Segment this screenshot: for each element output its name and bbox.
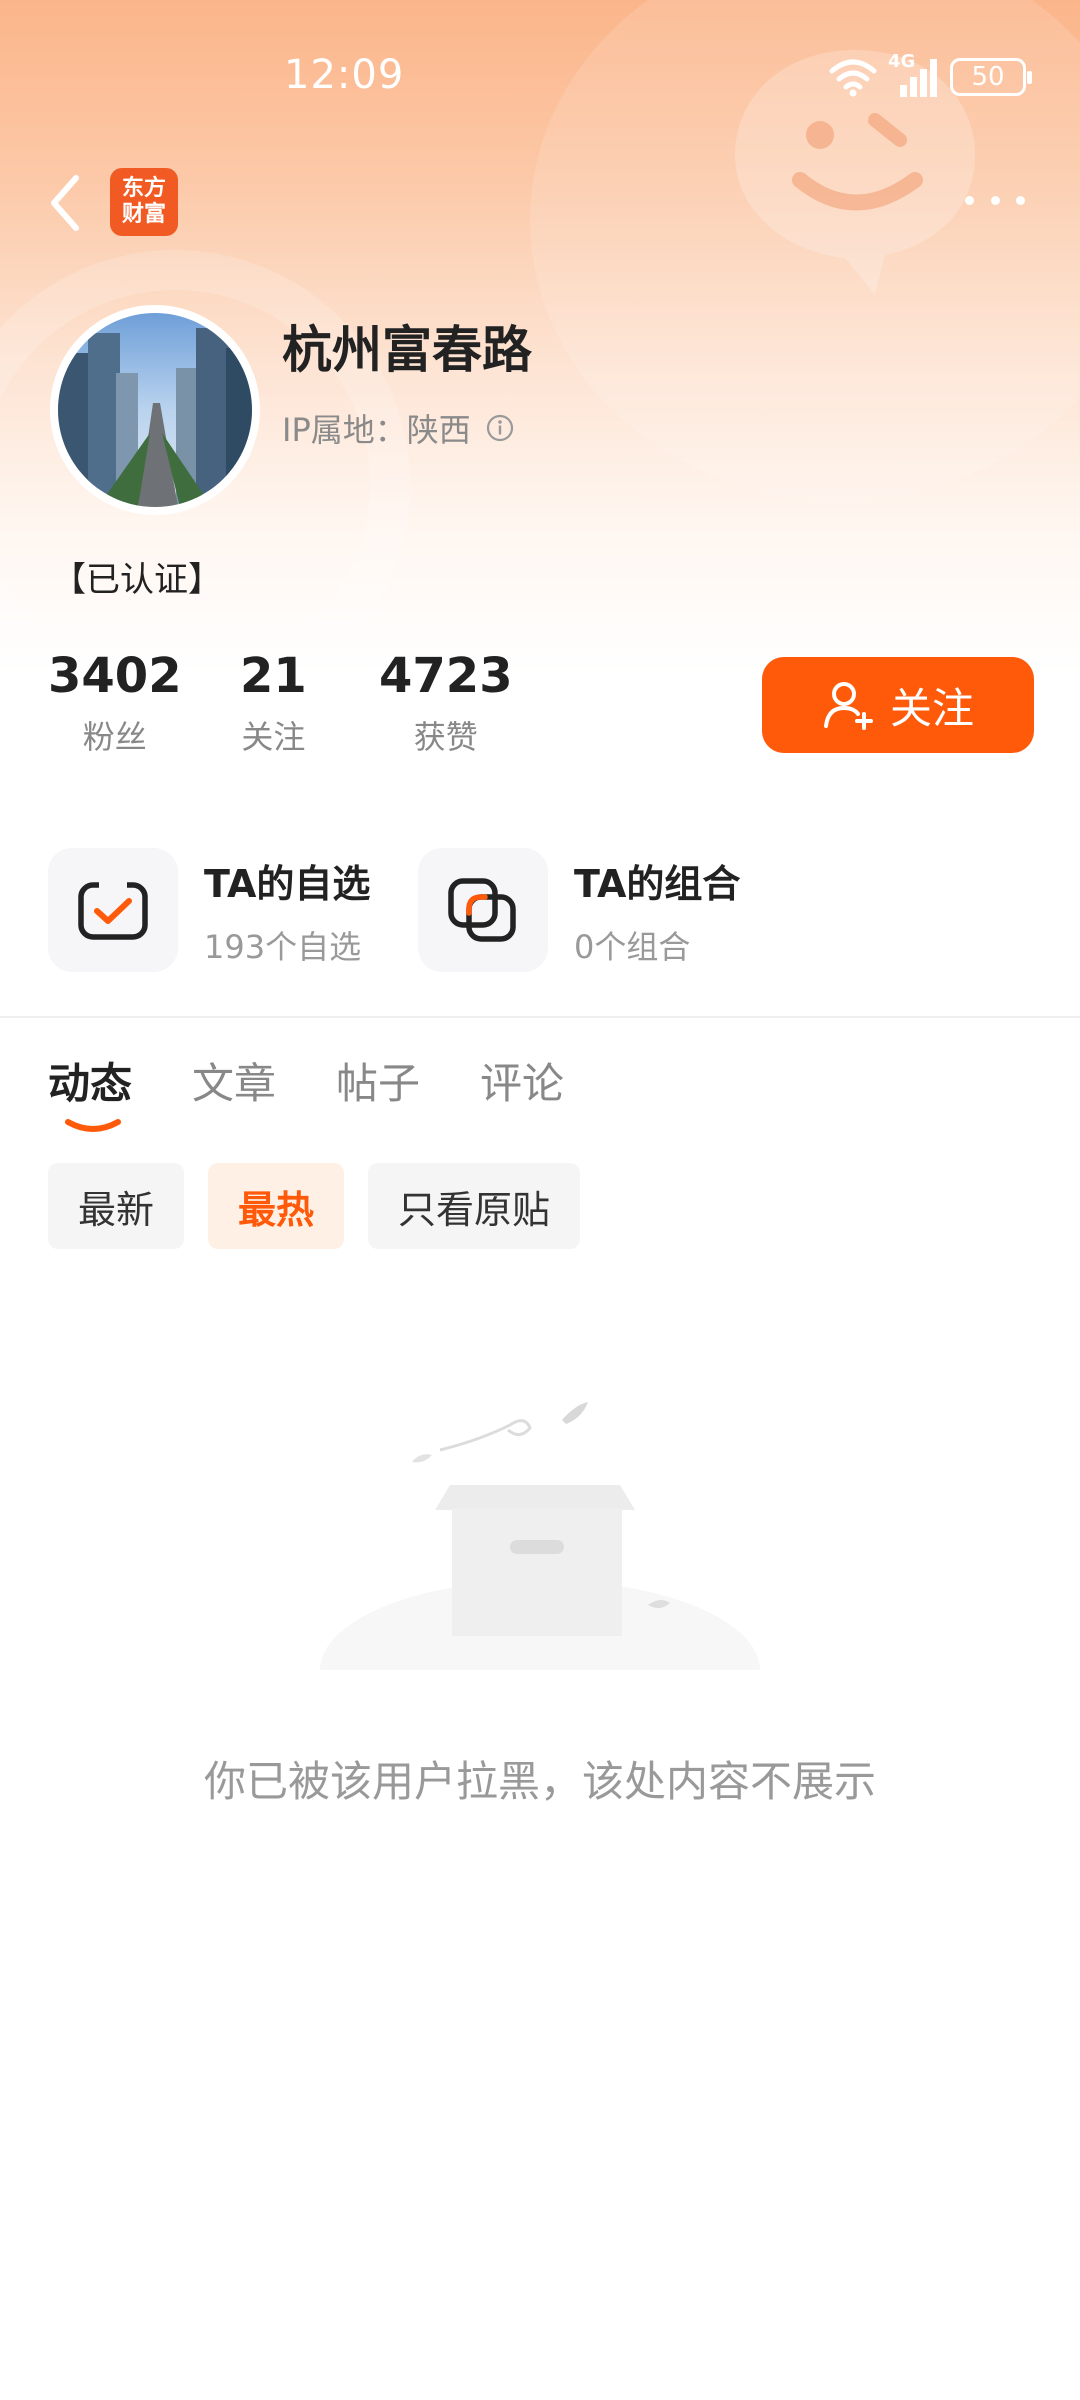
battery-level: 50 bbox=[971, 62, 1005, 92]
more-dots-icon[interactable] bbox=[965, 180, 1025, 220]
content-tabs: 动态 文章 帖子 评论 bbox=[48, 1050, 564, 1132]
status-icons: 4G 50 bbox=[828, 51, 1032, 102]
tab-comments[interactable]: 评论 bbox=[480, 1050, 564, 1111]
watchlist-title: TA的自选 bbox=[204, 861, 371, 906]
follow-button[interactable]: 关注 bbox=[762, 657, 1034, 753]
back-chevron-icon[interactable] bbox=[40, 168, 90, 238]
tab-dynamics[interactable]: 动态 bbox=[48, 1050, 133, 1132]
avatar-image bbox=[58, 313, 252, 507]
cellular-signal-icon: 4G bbox=[888, 51, 940, 99]
filter-original-only[interactable]: 只看原贴 bbox=[368, 1163, 581, 1249]
status-time: 12:09 bbox=[284, 52, 405, 98]
tab-label: 动态 bbox=[48, 1059, 133, 1108]
avatar[interactable] bbox=[50, 305, 260, 515]
tab-articles[interactable]: 文章 bbox=[192, 1050, 276, 1111]
ip-value: 陕西 bbox=[406, 411, 471, 449]
favorites-watchlist[interactable]: TA的自选 193个自选 bbox=[48, 848, 370, 972]
info-icon[interactable] bbox=[485, 413, 515, 443]
app-logo[interactable]: 东方 财富 bbox=[110, 168, 178, 236]
filter-chips: 最新 最热 只看原贴 bbox=[48, 1163, 581, 1249]
profile-name: 杭州富春路 bbox=[282, 321, 532, 379]
favorites-portfolio[interactable]: TA的组合 0个组合 bbox=[418, 848, 740, 972]
stat-value: 4723 bbox=[379, 648, 513, 704]
ip-label: IP属地： bbox=[282, 411, 407, 449]
stat-likes[interactable]: 4723 获赞 bbox=[379, 648, 513, 758]
stat-label: 关注 bbox=[241, 718, 306, 756]
tab-posts[interactable]: 帖子 bbox=[336, 1050, 420, 1111]
portfolio-count: 0个组合 bbox=[574, 927, 691, 966]
stat-label: 粉丝 bbox=[82, 718, 147, 756]
filter-hottest[interactable]: 最热 bbox=[208, 1163, 345, 1249]
ip-location: IP属地：陕西 bbox=[282, 405, 515, 451]
section-divider bbox=[0, 1016, 1080, 1018]
stat-value: 3402 bbox=[48, 648, 182, 704]
stat-following[interactable]: 21 关注 bbox=[240, 648, 307, 758]
tab-label: 评论 bbox=[480, 1059, 565, 1108]
stat-label: 获赞 bbox=[413, 718, 478, 756]
empty-box-illustration bbox=[310, 1402, 770, 1690]
portfolio-title: TA的组合 bbox=[574, 861, 741, 906]
portfolio-icon-box bbox=[418, 848, 548, 972]
tab-label: 帖子 bbox=[336, 1059, 421, 1108]
active-tab-indicator bbox=[65, 1119, 121, 1132]
watchlist-check-icon bbox=[78, 877, 148, 940]
portfolio-overlap-icon bbox=[448, 878, 516, 942]
empty-state-message: 你已被该用户拉黑，该处内容不展示 bbox=[203, 1757, 876, 1806]
watchlist-icon-box bbox=[48, 848, 178, 972]
tab-label: 文章 bbox=[192, 1059, 277, 1108]
wifi-icon bbox=[829, 59, 877, 97]
watchlist-count: 193个自选 bbox=[204, 927, 362, 966]
follow-button-label: 关注 bbox=[889, 683, 974, 733]
add-user-icon bbox=[823, 682, 873, 730]
verified-badge: 【已认证】 bbox=[52, 560, 222, 600]
app-logo-line2: 财富 bbox=[121, 202, 166, 227]
battery-indicator: 50 bbox=[950, 58, 1032, 96]
app-logo-line1: 东方 bbox=[121, 176, 166, 201]
stat-value: 21 bbox=[240, 648, 307, 704]
stat-fans[interactable]: 3402 粉丝 bbox=[48, 648, 182, 758]
filter-latest[interactable]: 最新 bbox=[48, 1163, 185, 1249]
